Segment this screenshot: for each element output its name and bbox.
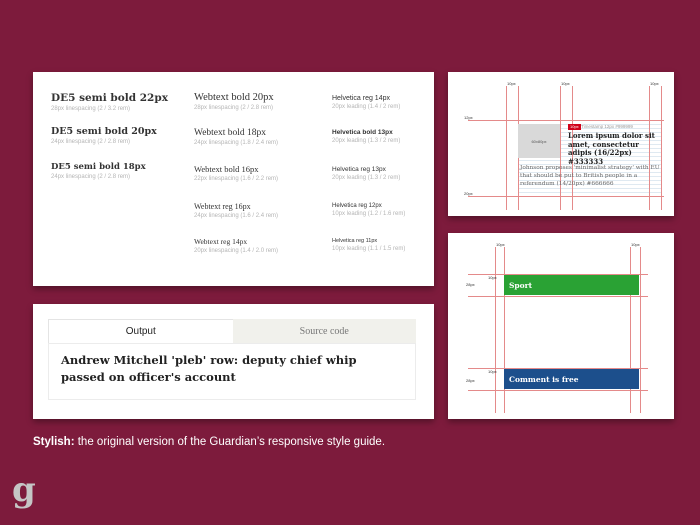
- guide-line: [560, 86, 561, 210]
- guide-line: [506, 86, 507, 210]
- specimen-name: Webtext reg 14px: [194, 237, 248, 246]
- type-specimen: DE5 semi bold 20px 24px linespacing (2 /…: [51, 126, 157, 145]
- guide-line: [468, 120, 664, 121]
- specimen-meta: 20px leading (1.3 / 2 rem): [332, 175, 401, 181]
- tab-source-code[interactable]: Source code: [232, 319, 416, 343]
- specimen-meta: 20px leading (1.4 / 2 rem): [332, 104, 401, 110]
- guardian-logo: g: [12, 470, 36, 510]
- section-tag: 10px: [568, 124, 581, 130]
- specimen-meta: 28px linespacing (2 / 2.8 rem): [194, 105, 274, 111]
- spacing-label: 12px: [464, 115, 473, 120]
- specimen-name: DE5 semi bold 22px: [51, 92, 168, 104]
- specimen-name: Helvetica reg 13px: [332, 166, 386, 173]
- guide-line: [468, 196, 664, 197]
- spacing-label: 10px: [561, 81, 570, 86]
- guide-line: [495, 247, 496, 413]
- tab-output[interactable]: Output: [48, 319, 233, 343]
- slide-caption: Stylish: the original version of the Gua…: [33, 436, 385, 448]
- type-specimen: Webtext bold 18px 24px linespacing (1.8 …: [194, 128, 278, 146]
- specimen-name: Webtext reg 16px: [194, 202, 251, 211]
- spacing-label: 20px: [464, 191, 473, 196]
- spacing-label: 10px: [650, 81, 659, 86]
- specimen-meta: 24px linespacing (2 / 2.8 rem): [51, 139, 131, 145]
- type-specimen: Webtext reg 16px 24px linespacing (1.6 /…: [194, 202, 278, 219]
- guide-line: [468, 296, 648, 297]
- section-bar-comment[interactable]: Comment is free: [504, 369, 639, 389]
- article-headline[interactable]: Andrew Mitchell 'pleb' row: deputy chief…: [61, 352, 403, 386]
- specimen-name: Helvetica reg 12px: [332, 203, 382, 209]
- specimen-name: Webtext bold 20px: [194, 92, 274, 103]
- specimen-meta: 28px linespacing (2 / 3.2 rem): [51, 106, 131, 112]
- specimen-meta: 10px leading (1.1 / 1.5 rem): [332, 246, 406, 252]
- section-diagram-card: 10px 10px 28px 10px 28px 10px Sport Comm…: [448, 233, 674, 419]
- section-bar-label: Comment is free: [509, 374, 579, 384]
- specimen-name: Webtext bold 18px: [194, 128, 267, 138]
- spacing-label: 28px: [466, 378, 475, 383]
- specimen-meta: 24px linespacing (2 / 2.8 rem): [51, 174, 131, 180]
- type-specimen: Webtext bold 16px 22px linespacing (1.6 …: [194, 164, 278, 182]
- caption-text: the original version of the Guardian’s r…: [74, 436, 386, 448]
- image-placeholder: 60x80px: [518, 124, 560, 158]
- output-tabs: Output Source code: [48, 319, 416, 343]
- type-specimen-card: DE5 semi bold 22px 28px linespacing (2 /…: [33, 72, 434, 286]
- timestamp: Timestamp 12px #999999: [581, 124, 633, 129]
- spacing-label: 10px: [496, 242, 505, 247]
- sample-headline: Lorem ipsum dolor sit amet, consectetur …: [568, 131, 655, 166]
- type-specimen: Webtext reg 14px 20px linespacing (1.4 /…: [194, 237, 278, 254]
- specimen-meta: 24px linespacing (1.8 / 2.4 rem): [194, 140, 279, 146]
- specimen-meta: 20px linespacing (1.4 / 2.0 rem): [194, 248, 279, 254]
- spacing-label: 10px: [488, 369, 497, 374]
- spacing-diagram-card: 10px 10px 10px 12px 20px 60x80px 10px Ti…: [448, 72, 674, 216]
- specimen-name: Webtext bold 16px: [194, 164, 259, 174]
- guide-line: [640, 247, 641, 413]
- guide-line: [468, 390, 648, 391]
- output-preview-card: Output Source code Andrew Mitchell 'pleb…: [33, 304, 434, 419]
- type-specimen: Webtext bold 20px 28px linespacing (2 / …: [194, 92, 274, 111]
- specimen-meta: 10px leading (1.2 / 1.6 rem): [332, 211, 406, 217]
- output-preview: Andrew Mitchell 'pleb' row: deputy chief…: [48, 343, 416, 400]
- specimen-meta: 24px linespacing (1.6 / 2.4 rem): [194, 213, 279, 219]
- type-specimen: Helvetica reg 11px 10px leading (1.1 / 1…: [332, 238, 405, 252]
- sample-trail-text: Johnson proposes 'minimalist strategy' w…: [520, 165, 660, 187]
- specimen-meta: 22px linespacing (1.6 / 2.2 rem): [194, 176, 279, 182]
- caption-lead: Stylish:: [33, 436, 75, 448]
- specimen-name: DE5 semi bold 20px: [51, 126, 157, 137]
- specimen-name: Helvetica reg 11px: [332, 238, 378, 244]
- section-bar-sport[interactable]: Sport: [504, 275, 639, 295]
- specimen-name: Helvetica reg 14px: [332, 95, 390, 102]
- section-bar-label: Sport: [509, 280, 533, 290]
- type-specimen: Helvetica bold 13px 20px leading (1.3 / …: [332, 129, 400, 144]
- spacing-label: 28px: [466, 282, 475, 287]
- specimen-meta: 20px leading (1.3 / 2 rem): [332, 138, 401, 144]
- type-specimen: Helvetica reg 12px 10px leading (1.2 / 1…: [332, 203, 405, 217]
- type-specimen: DE5 semi bold 18px 24px linespacing (2 /…: [51, 162, 146, 180]
- specimen-name: DE5 semi bold 18px: [51, 162, 146, 172]
- spacing-label: 10px: [488, 275, 497, 280]
- type-specimen: Helvetica reg 13px 20px leading (1.3 / 2…: [332, 166, 400, 181]
- specimen-name: Helvetica bold 13px: [332, 129, 393, 136]
- type-specimen: DE5 semi bold 22px 28px linespacing (2 /…: [51, 92, 168, 112]
- type-specimen: Helvetica reg 14px 20px leading (1.4 / 2…: [332, 95, 400, 110]
- spacing-label: 10px: [507, 81, 516, 86]
- spacing-label: 10px: [631, 242, 640, 247]
